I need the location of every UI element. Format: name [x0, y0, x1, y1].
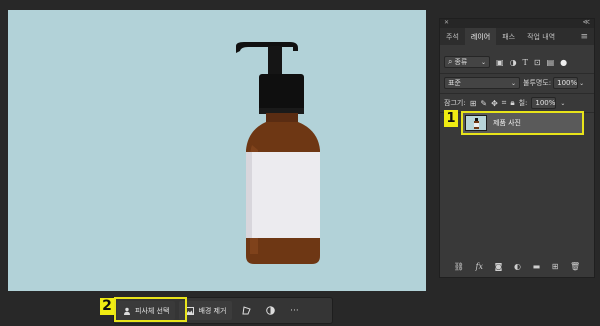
- blend-mode-value: 표준: [448, 79, 461, 87]
- chevron-down-icon: ⌄: [510, 79, 516, 87]
- panel-tabs: 주석 레이어 패스 작업 내역 ≡: [440, 28, 594, 45]
- filter-shape-icon[interactable]: ⊡: [534, 58, 541, 67]
- tab-notes[interactable]: 주석: [440, 28, 465, 45]
- divider: [440, 93, 594, 94]
- product-photo: [236, 42, 320, 264]
- lock-row: 잠그기: ⊞ ✎ ✥ ⌗ 🔒︎ 칠: 100% ⌄: [440, 96, 598, 110]
- fill-value: 100%: [535, 99, 556, 107]
- opacity-chevron-icon[interactable]: ⌄: [579, 80, 584, 87]
- highlight-select-subject: [114, 297, 187, 322]
- filter-smart-object-icon[interactable]: ▤: [547, 58, 555, 67]
- lock-all-icon[interactable]: 🔒︎: [510, 98, 514, 108]
- search-icon: ⌕: [448, 57, 453, 66]
- panel-header-strip: ✕ ≪: [440, 18, 594, 28]
- highlight-layer: [461, 111, 584, 135]
- trash-icon[interactable]: 🗑︎: [570, 262, 580, 271]
- new-layer-icon[interactable]: ⊞: [552, 262, 559, 271]
- tab-paths[interactable]: 패스: [496, 28, 521, 45]
- layers-footer: ⛓︎ fx ◙ ◐ ▬ ⊞ 🗑︎: [440, 259, 594, 273]
- adjustment-icon[interactable]: [260, 301, 280, 320]
- document-canvas[interactable]: [8, 10, 426, 291]
- new-group-icon[interactable]: ▬: [533, 262, 541, 271]
- chevron-down-icon: ⌄: [480, 58, 486, 66]
- filter-toggle-icon[interactable]: ●: [560, 58, 567, 67]
- tab-history[interactable]: 작업 내역: [521, 28, 561, 45]
- divider: [440, 73, 594, 74]
- panel-collapse-icon[interactable]: ≪: [583, 18, 590, 26]
- more-options-button[interactable]: ···: [284, 301, 304, 320]
- remove-background-button[interactable]: 배경 제거: [179, 301, 233, 320]
- blend-row: 표준 ⌄ 불투명도: 100% ⌄: [440, 76, 598, 90]
- link-layers-icon[interactable]: ⛓︎: [454, 262, 464, 271]
- tab-layers[interactable]: 레이어: [464, 28, 497, 45]
- layers-panel: ✕ ≪ 주석 레이어 패스 작업 내역 ≡ ⌕ 종류 ⌄ ▣ ◑ T ⊡ ▤ ●…: [439, 18, 595, 278]
- filter-type-icon[interactable]: T: [523, 58, 528, 67]
- opacity-value: 100%: [557, 79, 578, 87]
- panel-close-icon[interactable]: ✕: [444, 19, 449, 26]
- fill-label: 칠:: [518, 99, 528, 107]
- fx-icon[interactable]: fx: [476, 262, 483, 271]
- blend-mode-select[interactable]: 표준 ⌄: [444, 77, 520, 89]
- filter-adjustment-icon[interactable]: ◑: [510, 58, 517, 67]
- lock-transparency-icon[interactable]: ⊞: [470, 99, 477, 108]
- lock-label: 잠그기:: [444, 99, 466, 107]
- new-adjustment-icon[interactable]: ◐: [514, 262, 521, 271]
- opacity-input[interactable]: 100%: [553, 77, 579, 89]
- lock-artboard-icon[interactable]: ⌗: [502, 98, 507, 108]
- filter-pixel-icon[interactable]: ▣: [496, 58, 504, 67]
- fill-input[interactable]: 100%: [531, 97, 557, 109]
- fill-chevron-icon[interactable]: ⌄: [560, 100, 565, 107]
- remove-background-label: 배경 제거: [198, 306, 227, 315]
- step-badge-1: 1: [444, 110, 458, 127]
- lock-image-icon[interactable]: ✎: [480, 99, 487, 108]
- opacity-label: 불투명도:: [523, 79, 552, 87]
- layer-filter-row: ⌕ 종류 ⌄ ▣ ◑ T ⊡ ▤ ●: [440, 55, 598, 69]
- transform-icon[interactable]: [236, 301, 256, 320]
- step-badge-2: 2: [100, 298, 114, 315]
- add-mask-icon[interactable]: ◙: [495, 262, 503, 271]
- layer-kind-filter[interactable]: ⌕ 종류 ⌄: [444, 56, 490, 68]
- lock-position-icon[interactable]: ✥: [491, 99, 498, 108]
- panel-menu-icon[interactable]: ≡: [574, 28, 594, 45]
- layer-kind-label: 종류: [454, 58, 468, 66]
